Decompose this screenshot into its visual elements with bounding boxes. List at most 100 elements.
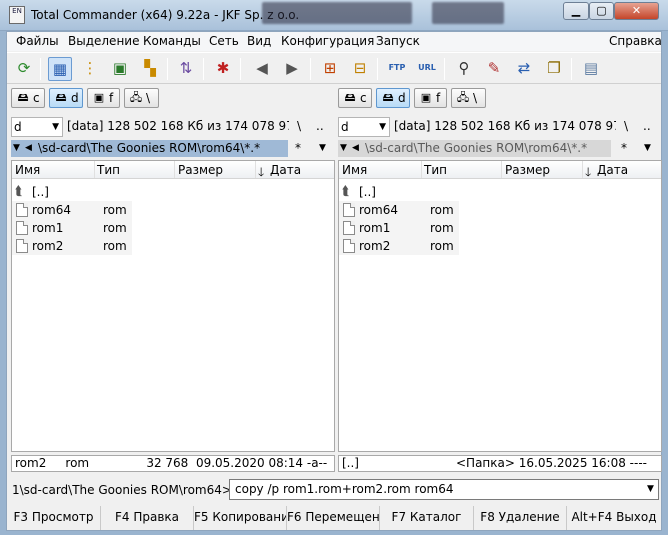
left-root-button[interactable]: \ bbox=[297, 119, 301, 133]
right-drive-f[interactable]: ▣ f bbox=[414, 88, 447, 108]
menu-files[interactable]: Файлы bbox=[16, 34, 59, 48]
multi-rename-icon[interactable]: ✎ bbox=[482, 57, 506, 81]
right-path[interactable]: ▼ ◀ \sd-card\The Goonies ROM\rom64\*.* bbox=[338, 140, 611, 157]
f7-mkdir-button[interactable]: F7 Каталог bbox=[380, 506, 474, 530]
app-icon: EN bbox=[9, 6, 25, 24]
left-drive-combo[interactable]: d ▼ bbox=[11, 117, 63, 137]
parent-dir-icon: ⮬ bbox=[342, 184, 350, 199]
column-type[interactable]: Тип bbox=[424, 163, 447, 177]
title-bar: EN Total Commander (x64) 9.22a - JKF Sp.… bbox=[0, 0, 668, 31]
tree-view-icon[interactable]: ⋮ bbox=[78, 57, 102, 81]
file-icon bbox=[16, 239, 28, 253]
right-drive-combo[interactable]: d ▼ bbox=[338, 117, 390, 137]
menu-help[interactable]: Справка bbox=[609, 34, 662, 48]
list-item[interactable]: ⮬ [..] bbox=[12, 183, 334, 201]
close-button[interactable]: ✕ bbox=[614, 2, 659, 20]
history-back-icon[interactable]: ◀ bbox=[352, 140, 359, 156]
column-type[interactable]: Тип bbox=[97, 163, 120, 177]
window-title: Total Commander (x64) 9.22a - JKF Sp. z … bbox=[31, 8, 300, 22]
tree-panel-icon[interactable]: ▚ bbox=[138, 57, 162, 81]
list-item[interactable]: rom1 rom bbox=[12, 219, 334, 237]
ftp-icon[interactable]: FTP bbox=[385, 57, 409, 81]
sort-down-icon: 🡓 bbox=[258, 165, 265, 179]
left-path[interactable]: ▼ ◀ \sd-card\The Goonies ROM\rom64\*.* bbox=[11, 140, 288, 157]
list-item[interactable]: rom2 rom bbox=[12, 237, 334, 255]
history-down-icon[interactable]: ▼ bbox=[340, 140, 347, 156]
search-icon[interactable]: ⚲ bbox=[452, 57, 476, 81]
right-filter-button[interactable]: * bbox=[621, 140, 627, 156]
brief-view-icon[interactable]: ▦ bbox=[48, 57, 72, 81]
drive-icon: 🖴 bbox=[382, 91, 394, 104]
left-up-button[interactable]: .. bbox=[316, 119, 324, 133]
back-icon[interactable]: ◀ bbox=[250, 57, 274, 81]
file-icon bbox=[343, 203, 355, 217]
column-name[interactable]: Имя bbox=[15, 163, 40, 177]
column-date[interactable]: Дата bbox=[597, 163, 628, 177]
right-hotlist-icon[interactable]: ▼ bbox=[644, 140, 651, 156]
menu-selection[interactable]: Выделение bbox=[68, 34, 139, 48]
right-root-button[interactable]: \ bbox=[624, 119, 628, 133]
drive-icon: 🖴 bbox=[17, 91, 29, 104]
url-icon[interactable]: URL bbox=[415, 57, 439, 81]
column-size[interactable]: Размер bbox=[178, 163, 223, 177]
right-info-bar: d ▼ [data] 128 502 168 Кб из 174 078 97 \… bbox=[338, 117, 661, 137]
minimize-button[interactable]: ▁ bbox=[563, 2, 589, 20]
sync-dirs-icon[interactable]: ⇄ bbox=[512, 57, 536, 81]
list-item[interactable]: rom64 rom bbox=[339, 201, 661, 219]
thumbnails-icon[interactable]: ▣ bbox=[108, 57, 132, 81]
f5-copy-button[interactable]: F5 Копирование bbox=[194, 506, 287, 530]
menu-start[interactable]: Запуск bbox=[376, 34, 420, 48]
pack-icon[interactable]: ⊞ bbox=[318, 57, 342, 81]
f8-delete-button[interactable]: F8 Удаление bbox=[474, 506, 567, 530]
unpack-icon[interactable]: ⊟ bbox=[348, 57, 372, 81]
column-name[interactable]: Имя bbox=[342, 163, 367, 177]
forward-icon[interactable]: ▶ bbox=[280, 57, 304, 81]
main-window: Файлы Выделение Команды Сеть Вид Конфигу… bbox=[6, 31, 662, 531]
column-date[interactable]: Дата bbox=[270, 163, 301, 177]
left-column-header: Имя Тип Размер 🡓 Дата bbox=[12, 161, 334, 179]
compare-dirs-icon[interactable]: ⇅ bbox=[174, 57, 198, 81]
menu-view[interactable]: Вид bbox=[247, 34, 271, 48]
left-drive-f[interactable]: ▣ f bbox=[87, 88, 120, 108]
notepad-icon[interactable]: ▤ bbox=[579, 57, 603, 81]
menu-network[interactable]: Сеть bbox=[209, 34, 239, 48]
left-filter-button[interactable]: * bbox=[295, 140, 301, 156]
menu-bar: Файлы Выделение Команды Сеть Вид Конфигу… bbox=[7, 32, 662, 51]
refresh-icon[interactable]: ⟳ bbox=[12, 57, 36, 81]
list-item[interactable]: ⮬ [..] bbox=[339, 183, 661, 201]
left-drive-network[interactable]: 🖧 \ bbox=[124, 88, 159, 108]
command-input[interactable]: copy /p rom1.rom+rom2.rom rom64 bbox=[229, 479, 659, 500]
file-icon bbox=[16, 221, 28, 235]
f4-edit-button[interactable]: F4 Правка bbox=[101, 506, 194, 530]
left-drive-d[interactable]: 🖴 d bbox=[49, 88, 83, 108]
left-info-bar: d ▼ [data] 128 502 168 Кб из 174 078 97 \… bbox=[11, 117, 334, 137]
right-drive-network[interactable]: 🖧 \ bbox=[451, 88, 486, 108]
copy-names-icon[interactable]: ❐ bbox=[542, 57, 566, 81]
file-icon bbox=[343, 221, 355, 235]
right-drive-bar: 🖴 c 🖴 d ▣ f 🖧 \ bbox=[338, 88, 658, 110]
alt-f4-exit-button[interactable]: Alt+F4 Выход bbox=[567, 506, 661, 530]
left-drive-c[interactable]: 🖴 c bbox=[11, 88, 45, 108]
left-hotlist-icon[interactable]: ▼ bbox=[319, 140, 326, 156]
list-item[interactable]: rom1 rom bbox=[339, 219, 661, 237]
left-file-panel[interactable]: Имя Тип Размер 🡓 Дата ⮬ [..] rom64 rom r… bbox=[11, 160, 335, 452]
invert-selection-icon[interactable]: ✱ bbox=[211, 57, 235, 81]
history-back-icon[interactable]: ◀ bbox=[25, 140, 32, 156]
right-drive-c[interactable]: 🖴 c bbox=[338, 88, 372, 108]
right-status-right: <Папка> 16.05.2025 16:08 ---- bbox=[456, 456, 647, 470]
f3-view-button[interactable]: F3 Просмотр bbox=[7, 506, 101, 530]
drive-icon: 🖴 bbox=[55, 91, 67, 104]
history-down-icon[interactable]: ▼ bbox=[13, 140, 20, 156]
right-file-panel[interactable]: Имя Тип Размер 🡓 Дата ⮬ [..] rom64 rom r… bbox=[338, 160, 662, 452]
list-item[interactable]: rom2 rom bbox=[339, 237, 661, 255]
chevron-down-icon[interactable]: ▼ bbox=[647, 484, 654, 494]
right-up-button[interactable]: .. bbox=[643, 119, 651, 133]
right-drive-d[interactable]: 🖴 d bbox=[376, 88, 410, 108]
f6-move-button[interactable]: F6 Перемещение bbox=[287, 506, 380, 530]
maximize-button[interactable]: ▢ bbox=[589, 2, 614, 20]
toolbar: ⟳ ▦ ⋮ ▣ ▚ ⇅ ✱ ◀ ▶ ⊞ ⊟ FTP URL ⚲ ✎ ⇄ ❐ ▤ bbox=[7, 52, 661, 84]
column-size[interactable]: Размер bbox=[505, 163, 550, 177]
list-item[interactable]: rom64 rom bbox=[12, 201, 334, 219]
menu-configuration[interactable]: Конфигурация bbox=[281, 34, 374, 48]
menu-commands[interactable]: Команды bbox=[143, 34, 201, 48]
